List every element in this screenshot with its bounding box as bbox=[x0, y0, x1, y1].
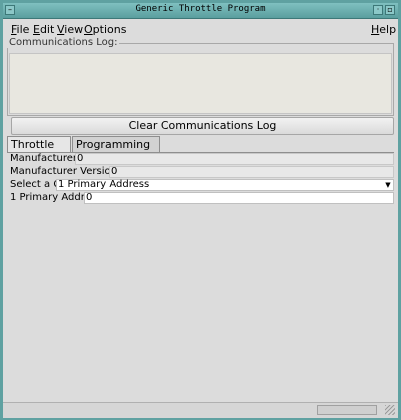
app-window: – Generic Throttle Program · ▫ File Edit… bbox=[0, 0, 401, 420]
manufacturer-id-value: 0 bbox=[75, 153, 394, 165]
maximize-icon[interactable]: ▫ bbox=[385, 5, 395, 15]
status-bar bbox=[3, 402, 398, 418]
primary-address-input[interactable]: 0 bbox=[84, 192, 394, 204]
minimize-icon[interactable]: · bbox=[373, 5, 383, 15]
communications-log-area[interactable] bbox=[9, 53, 392, 114]
tab-programming-mode[interactable]: Programming Mode bbox=[72, 136, 160, 166]
menu-options[interactable]: Options bbox=[84, 23, 126, 36]
title-bar[interactable]: – Generic Throttle Program · ▫ bbox=[3, 3, 398, 19]
communications-log-label: Communications Log: bbox=[7, 37, 120, 48]
manufacturer-id-row: Manufacturer ID 0 bbox=[7, 153, 394, 165]
select-cv-dropdown[interactable]: 1 Primary Address ▼ bbox=[56, 179, 394, 191]
manufacturer-version-row: Manufacturer Version No 0 bbox=[7, 166, 394, 178]
window-title: Generic Throttle Program bbox=[135, 4, 266, 14]
menu-view[interactable]: View bbox=[57, 23, 83, 36]
programming-panel: Manufacturer ID 0 Manufacturer Version N… bbox=[7, 152, 394, 405]
status-field bbox=[317, 405, 377, 415]
menu-edit[interactable]: Edit bbox=[33, 23, 54, 36]
primary-address-row: 1 Primary Address 0 bbox=[7, 192, 394, 204]
resize-grip-icon[interactable] bbox=[385, 405, 395, 415]
menu-file[interactable]: File bbox=[11, 23, 29, 36]
chevron-down-icon[interactable]: ▼ bbox=[384, 181, 392, 189]
select-cv-selected: 1 Primary Address bbox=[58, 179, 150, 190]
menu-bar: File Edit View Options Help bbox=[3, 19, 398, 39]
clear-log-button[interactable]: Clear Communications Log bbox=[11, 117, 394, 135]
select-cv-row: Select a CV 1 Primary Address ▼ bbox=[7, 179, 394, 191]
tab-throttle-mode[interactable]: Throttle Mode bbox=[7, 136, 71, 166]
manufacturer-version-value: 0 bbox=[109, 166, 394, 178]
menu-help[interactable]: Help bbox=[371, 23, 396, 36]
